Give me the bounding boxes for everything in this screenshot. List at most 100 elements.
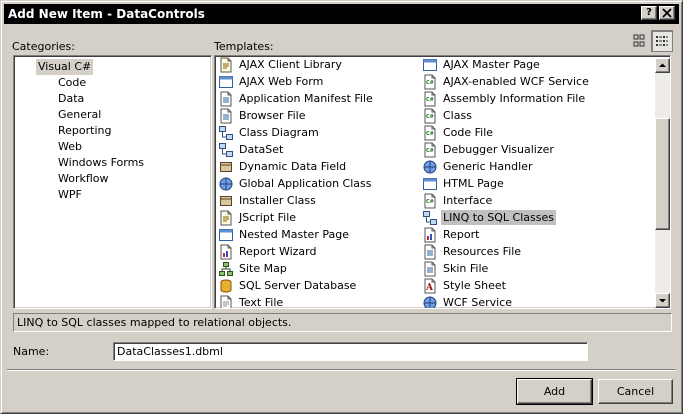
template-sql-server-database[interactable]: SQL Server Database <box>218 277 358 294</box>
template-label: AJAX Web Form <box>239 75 324 88</box>
template-assembly-information-file[interactable]: C# Assembly Information File <box>422 90 587 107</box>
template-label: Interface <box>443 194 493 207</box>
template-ajax-web-form[interactable]: AJAX Web Form <box>218 73 325 90</box>
category-data[interactable]: Data <box>56 91 86 107</box>
scroll-thumb[interactable] <box>655 118 670 230</box>
category-reporting[interactable]: Reporting <box>56 123 113 139</box>
template-label: Skin File <box>443 262 489 275</box>
template-label: Class <box>443 109 472 122</box>
template-nested-master-page[interactable]: Nested Master Page <box>218 226 351 243</box>
template-application-manifest-file[interactable]: Application Manifest File <box>218 90 375 107</box>
svg-text:C#: C# <box>426 199 434 205</box>
small-icons-view-button[interactable] <box>651 30 673 52</box>
manifest-icon <box>218 91 234 107</box>
linq-icon <box>422 210 438 226</box>
resources-icon <box>422 244 438 260</box>
template-report-wizard[interactable]: Report Wizard <box>218 243 318 260</box>
template-label: Application Manifest File <box>239 92 373 105</box>
template-label: Class Diagram <box>239 126 319 139</box>
skin-file-icon <box>422 261 438 277</box>
add-new-item-dialog: Add New Item - DataControls ? Categories… <box>0 0 683 414</box>
templates-list[interactable]: AJAX Client Library AJAX Web Form Applicat… <box>214 55 671 309</box>
template-label: Generic Handler <box>443 160 533 173</box>
category-workflow[interactable]: Workflow <box>56 171 111 187</box>
template-html-page[interactable]: HTML Page <box>422 175 506 192</box>
template-debugger-visualizer[interactable]: C# Debugger Visualizer <box>422 141 556 158</box>
script-icon <box>218 57 234 73</box>
templates-label: Templates: <box>214 40 274 53</box>
html-page-icon <box>422 176 438 192</box>
template-skin-file[interactable]: Skin File <box>422 260 490 277</box>
text-file-icon <box>218 295 234 308</box>
template-description: LINQ to SQL classes mapped to relational… <box>13 313 672 332</box>
class-diagram-icon <box>218 125 234 141</box>
csharp-file-icon: C# <box>422 125 438 141</box>
title-bar[interactable]: Add New Item - DataControls ? <box>4 4 679 24</box>
report-icon <box>422 227 438 243</box>
template-label: AJAX Client Library <box>239 58 342 71</box>
dialog-title: Add New Item - DataControls <box>8 7 205 21</box>
template-label: Assembly Information File <box>443 92 586 105</box>
template-generic-handler[interactable]: Generic Handler <box>422 158 534 175</box>
scroll-up-button[interactable] <box>655 58 670 73</box>
template-dataset[interactable]: DataSet <box>218 141 285 158</box>
close-icon <box>662 8 672 18</box>
category-code[interactable]: Code <box>56 75 88 91</box>
template-jscript-file[interactable]: JScript File <box>218 209 298 226</box>
template-label: LINQ to SQL Classes <box>441 210 556 225</box>
template-text-file[interactable]: Text File <box>218 294 285 308</box>
large-icons-view-button[interactable] <box>628 30 650 52</box>
dataset-icon <box>218 142 234 158</box>
template-site-map[interactable]: Site Map <box>218 260 289 277</box>
sitemap-icon <box>218 261 234 277</box>
cancel-button[interactable]: Cancel <box>598 379 673 404</box>
template-label: Dynamic Data Field <box>239 160 347 173</box>
stylesheet-icon: A <box>422 278 438 294</box>
template-label: Site Map <box>239 262 287 275</box>
template-ajax-master-page[interactable]: AJAX Master Page <box>422 56 542 73</box>
close-button[interactable] <box>659 6 675 20</box>
template-code-file[interactable]: C# Code File <box>422 124 495 141</box>
master-page-icon <box>218 227 234 243</box>
template-ajax-client-library[interactable]: AJAX Client Library <box>218 56 344 73</box>
template-label: AJAX-enabled WCF Service <box>443 75 589 88</box>
web-form-icon <box>218 74 234 90</box>
template-installer-class[interactable]: Installer Class <box>218 192 318 209</box>
template-dynamic-data-field[interactable]: Dynamic Data Field <box>218 158 348 175</box>
dynamic-data-icon <box>218 159 234 175</box>
template-browser-file[interactable]: Browser File <box>218 107 307 124</box>
template-global-application-class[interactable]: Global Application Class <box>218 175 373 192</box>
template-resources-file[interactable]: Resources File <box>422 243 523 260</box>
template-class-diagram[interactable]: Class Diagram <box>218 124 321 141</box>
name-input[interactable] <box>113 342 588 361</box>
arrow-down-icon <box>659 299 666 303</box>
categories-tree[interactable]: Visual C# Code Data General Reporting Web Wind… <box>13 55 212 309</box>
template-interface[interactable]: C# Interface <box>422 192 494 209</box>
installer-icon <box>218 193 234 209</box>
add-button[interactable]: Add <box>516 378 593 405</box>
name-label: Name: <box>13 345 50 358</box>
template-label: Resources File <box>443 245 522 258</box>
jscript-icon <box>218 210 234 226</box>
category-wpf[interactable]: WPF <box>56 187 84 203</box>
svg-text:C#: C# <box>426 148 434 154</box>
scroll-down-button[interactable] <box>655 293 670 308</box>
category-visual-c-[interactable]: Visual C# <box>36 59 94 75</box>
category-windows-forms[interactable]: Windows Forms <box>56 155 146 171</box>
csharp-file-icon: C# <box>422 74 438 90</box>
template-report[interactable]: Report <box>422 226 481 243</box>
template-linq-to-sql-classes[interactable]: LINQ to SQL Classes <box>422 209 556 226</box>
help-button[interactable]: ? <box>641 6 657 20</box>
report-wizard-icon <box>218 244 234 260</box>
template-style-sheet[interactable]: A Style Sheet <box>422 277 508 294</box>
svg-text:A: A <box>425 283 434 293</box>
category-general[interactable]: General <box>56 107 103 123</box>
template-class[interactable]: C# Class <box>422 107 474 124</box>
template-wcf-service[interactable]: WCF Service <box>422 294 514 308</box>
category-web[interactable]: Web <box>56 139 84 155</box>
large-icons-icon <box>633 34 645 47</box>
template-ajax-enabled-wcf-service[interactable]: C# AJAX-enabled WCF Service <box>422 73 591 90</box>
templates-scrollbar[interactable] <box>655 58 670 308</box>
template-label: HTML Page <box>443 177 504 190</box>
template-label: SQL Server Database <box>239 279 357 292</box>
